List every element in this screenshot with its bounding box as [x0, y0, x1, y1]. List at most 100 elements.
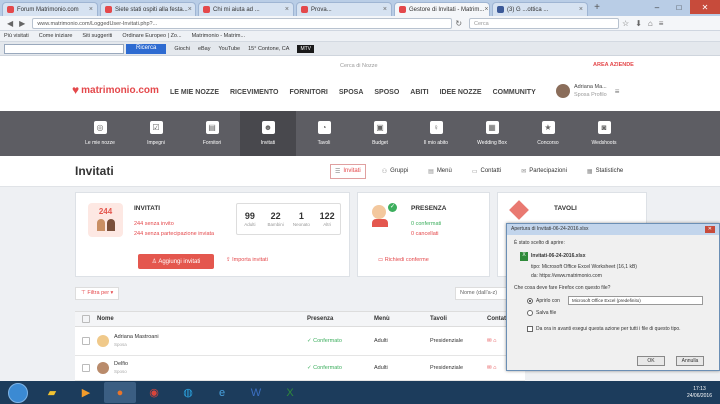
- tab-contatti[interactable]: ▭ Contatti: [468, 165, 505, 178]
- open-with-select[interactable]: Microsoft Office Excel (predefinito): [568, 296, 703, 305]
- forward-icon[interactable]: ▶: [19, 19, 25, 28]
- business-area-link[interactable]: AREA AZIENDE: [593, 62, 634, 68]
- table-select[interactable]: Presidenziale: [430, 338, 487, 344]
- chrome-icon[interactable]: ◉: [138, 382, 170, 403]
- no-rsvp-link[interactable]: 244 senza partecipazione inviata: [134, 231, 214, 237]
- browser-search-input[interactable]: Cerca: [469, 17, 620, 29]
- browser-tab[interactable]: Forum Matrimonio.com ×: [2, 2, 98, 16]
- close-tab-icon[interactable]: ×: [285, 6, 289, 13]
- close-tab-icon[interactable]: ×: [484, 6, 488, 13]
- subnav-item-concorso[interactable]: ★ Concorso: [520, 111, 576, 156]
- media-player-icon[interactable]: ▶: [70, 382, 102, 403]
- home-icon[interactable]: ⌂: [648, 19, 653, 28]
- tab-invitati[interactable]: ☰ Invitati: [330, 163, 366, 179]
- no-invite-link[interactable]: 244 senza invito: [134, 221, 174, 227]
- subnav-item-wedding-box[interactable]: ▦ Wedding Box: [464, 111, 520, 156]
- col-tavoli[interactable]: Tavoli: [430, 316, 487, 322]
- toolbar-search-button[interactable]: Ricerca: [126, 43, 167, 54]
- url-bar[interactable]: www.matrimonio.com/LoggedUser-Invitati.p…: [32, 17, 453, 29]
- save-file-radio[interactable]: [527, 310, 533, 316]
- contact-icons[interactable]: ✉ ⌂: [487, 338, 496, 344]
- nav-community[interactable]: COMMUNITY: [493, 89, 536, 96]
- nav-ricevimento[interactable]: RICEVIMENTO: [230, 89, 279, 96]
- new-tab-button[interactable]: +: [590, 2, 604, 16]
- bookmark-item[interactable]: Matrimonio - Matrim...: [192, 33, 245, 39]
- close-tab-icon[interactable]: ×: [188, 6, 192, 13]
- presence-select[interactable]: ✓ Confermato: [307, 365, 374, 371]
- col-nome[interactable]: Nome: [97, 316, 307, 322]
- toolbar-search-input[interactable]: [4, 43, 124, 54]
- download-icon[interactable]: ⬇: [635, 19, 642, 28]
- nav-abiti[interactable]: ABITI: [410, 89, 428, 96]
- subnav-item-tavoli[interactable]: ◔ Tavoli: [296, 111, 352, 156]
- word-icon[interactable]: W: [240, 382, 272, 403]
- excel-icon[interactable]: X: [274, 382, 306, 403]
- menu-select[interactable]: Adulti: [374, 338, 430, 344]
- hamburger-icon[interactable]: ≡: [615, 87, 620, 96]
- request-confirmations-link[interactable]: ▭ Richiedi conferme: [378, 257, 429, 263]
- ie-icon[interactable]: e: [206, 382, 238, 403]
- import-guests-link[interactable]: ⇪ Importa invitati: [226, 257, 268, 263]
- col-presenza[interactable]: Presenza: [307, 316, 374, 322]
- tab-gruppi[interactable]: ⚇ Gruppi: [378, 165, 412, 178]
- explorer-icon[interactable]: ▰: [36, 382, 68, 403]
- site-logo[interactable]: ♥ matrimonio.com: [72, 83, 159, 97]
- cancelled-count[interactable]: 0 cancellati: [411, 231, 439, 237]
- back-icon[interactable]: ◀: [7, 19, 13, 28]
- subnav-item-budget[interactable]: ▣ Budget: [352, 111, 408, 156]
- bookmark-item[interactable]: Più visitati: [4, 33, 29, 39]
- ok-button[interactable]: OK: [637, 356, 665, 366]
- menu-select[interactable]: Adulti: [374, 365, 430, 371]
- subnav-item-fornitori[interactable]: ▤ Fornitori: [184, 111, 240, 156]
- tab-partecipazioni[interactable]: ✉ Partecipazioni: [517, 165, 571, 178]
- close-tab-icon[interactable]: ×: [579, 6, 583, 13]
- contact-icons[interactable]: ✉ ⌂: [487, 365, 496, 371]
- maximize-button[interactable]: □: [668, 0, 690, 14]
- table-select[interactable]: Presidenziale: [430, 365, 487, 371]
- subnav-item-le-mie-nozze[interactable]: ◎ Le mie nozze: [72, 111, 128, 156]
- skype-icon[interactable]: ◍: [172, 382, 204, 403]
- minimize-button[interactable]: –: [646, 0, 668, 14]
- bookmark-item[interactable]: Ordinare Europeo | Zo...: [122, 33, 181, 39]
- guest-name[interactable]: Adriana Mastroani: [114, 333, 307, 341]
- browser-tab[interactable]: (3) G ...ottica ... ×: [492, 2, 588, 16]
- nav-sposo[interactable]: SPOSO: [374, 89, 399, 96]
- remember-checkbox[interactable]: [527, 326, 533, 332]
- close-tab-icon[interactable]: ×: [89, 6, 93, 13]
- table-row[interactable]: Delfio Sposo ✓ Confermato Adulti Preside…: [75, 356, 525, 381]
- browser-tab[interactable]: Siete stati ospiti alla festa... ×: [100, 2, 196, 16]
- filter-dropdown[interactable]: ⊤ Filtra per ▾: [75, 287, 120, 300]
- reload-icon[interactable]: ↻: [455, 19, 462, 28]
- find-suppliers-link[interactable]: Cerca di Nozze: [340, 63, 378, 69]
- star-icon[interactable]: ☆: [622, 19, 629, 28]
- toolbar-item[interactable]: YouTube: [218, 46, 240, 52]
- subnav-item-wedshoots[interactable]: ◙ Wedshoots: [576, 111, 632, 156]
- toolbar-item[interactable]: eBay: [198, 46, 211, 52]
- menu-icon[interactable]: ≡: [659, 19, 664, 28]
- browser-tab[interactable]: Chi mi aiuta ad ... ×: [198, 2, 294, 16]
- guest-name[interactable]: Delfio: [114, 360, 307, 368]
- open-with-radio[interactable]: [527, 298, 533, 304]
- confirmed-count[interactable]: 0 confermati: [411, 221, 441, 227]
- toolbar-item[interactable]: Giochi: [174, 46, 190, 52]
- col-menu[interactable]: Menù: [374, 316, 430, 322]
- close-tab-icon[interactable]: ×: [383, 6, 387, 13]
- add-guests-button[interactable]: ♙ Aggiungi invitati: [138, 254, 214, 269]
- nav-sposa[interactable]: SPOSA: [339, 89, 364, 96]
- firefox-icon[interactable]: ●: [104, 382, 136, 403]
- toolbar-item[interactable]: MTV: [297, 44, 315, 53]
- user-menu[interactable]: Adriana Ma... Sposa Profilo ≡: [556, 83, 619, 99]
- nav-le-mie-nozze[interactable]: LE MIE NOZZE: [170, 89, 219, 96]
- bookmark-item[interactable]: Siti suggeriti: [82, 33, 112, 39]
- tab-menu[interactable]: ▤ Menù: [424, 165, 456, 178]
- browser-tab[interactable]: Gestore di Invitati - Matrim... ×: [394, 2, 490, 16]
- nav-fornitori[interactable]: FORNITORI: [290, 89, 328, 96]
- bookmark-item[interactable]: Come iniziare: [39, 33, 73, 39]
- row-checkbox[interactable]: [82, 364, 90, 372]
- tab-statistiche[interactable]: ▦ Statistiche: [583, 165, 627, 178]
- browser-tab[interactable]: Prova... ×: [296, 2, 392, 16]
- dialog-close-button[interactable]: ✕: [704, 226, 715, 233]
- subnav-item-invitati[interactable]: ☻ Invitati: [240, 111, 296, 156]
- weather-widget[interactable]: 15° Contone, CA: [248, 46, 289, 52]
- cancel-button[interactable]: Annulla: [676, 356, 704, 366]
